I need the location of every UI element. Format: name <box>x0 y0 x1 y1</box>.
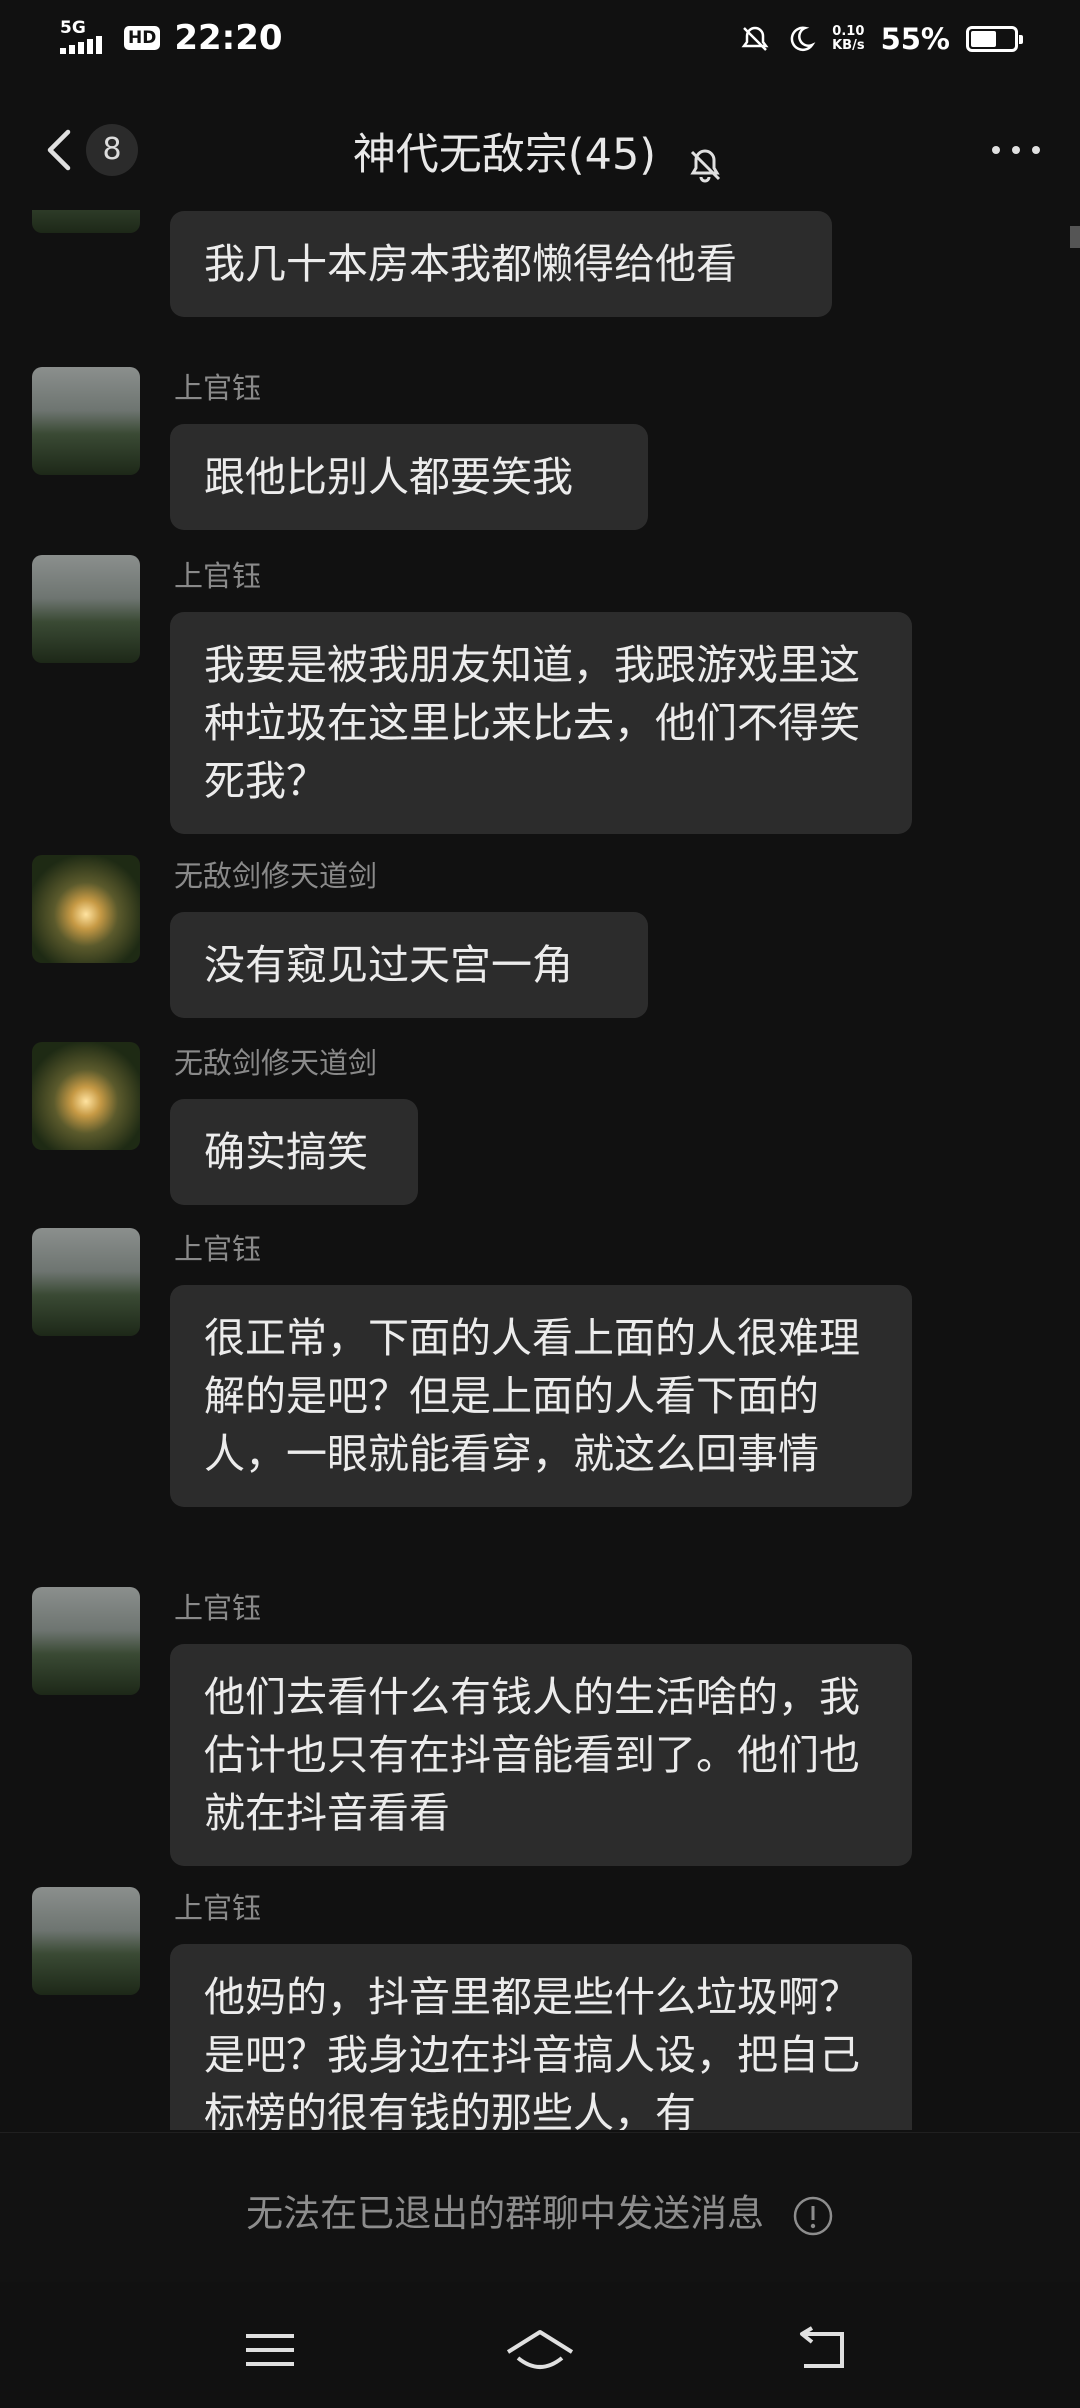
sender-name: 上官钰 <box>174 1591 262 1625</box>
blocked-notice-text: 无法在已退出的群聊中发送消息 <box>246 2192 765 2235</box>
title-bar: 神代无敌宗(45) <box>0 120 1080 187</box>
sender-name: 上官钰 <box>174 371 262 405</box>
message-text: 他妈的，抖音里都是些什么垃圾啊？是吧？我身边在抖音搞人设，把自己标榜的很有钱的那… <box>204 1973 860 2130</box>
group-title[interactable]: 神代无敌宗(45) <box>353 130 656 180</box>
clock: 22:20 <box>174 18 283 58</box>
avatar[interactable] <box>32 210 140 233</box>
message-bubble[interactable]: 跟他比别人都要笑我 <box>170 424 648 530</box>
status-bar: 5G HD 22:20 0.10 KB/s 55% <box>0 0 1080 80</box>
network-type: 5G <box>60 18 86 38</box>
avatar[interactable] <box>32 1042 140 1150</box>
message-text: 跟他比别人都要笑我 <box>204 453 573 501</box>
menu-icon[interactable] <box>230 2320 310 2380</box>
sender-name: 上官钰 <box>174 1232 262 1266</box>
moon-icon <box>790 26 816 52</box>
sender-name: 无敌剑修天道剑 <box>174 1046 378 1080</box>
message-text: 他们去看什么有钱人的生活啥的，我估计也只有在抖音能看到了。他们也就在抖音看看 <box>204 1673 860 1837</box>
hd-badge: HD <box>124 26 161 50</box>
signal-icon: 5G <box>60 18 110 58</box>
sender-name: 上官钰 <box>174 559 262 593</box>
message-text: 我几十本房本我都懒得给他看 <box>204 240 737 288</box>
message-text: 我要是被我朋友知道，我跟游戏里这种垃圾在这里比来比去，他们不得笑死我？ <box>204 641 860 805</box>
message-bubble[interactable]: 我要是被我朋友知道，我跟游戏里这种垃圾在这里比来比去，他们不得笑死我？ <box>170 612 912 834</box>
network-speed: 0.10 KB/s <box>832 25 864 53</box>
message-bubble[interactable]: 没有窥见过天宫一角 <box>170 912 648 1018</box>
message-bubble[interactable]: 我几十本房本我都懒得给他看 <box>170 211 832 317</box>
avatar[interactable] <box>32 1887 140 1995</box>
sender-name: 无敌剑修天道剑 <box>174 859 378 893</box>
message-text: 确实搞笑 <box>204 1128 368 1176</box>
battery-percent: 55% <box>880 22 950 56</box>
avatar[interactable] <box>32 555 140 663</box>
message-bubble[interactable]: 确实搞笑 <box>170 1099 418 1205</box>
battery-icon <box>966 26 1023 52</box>
avatar[interactable] <box>32 855 140 963</box>
home-icon[interactable] <box>500 2320 580 2380</box>
bell-off-icon <box>690 148 721 182</box>
alarm-off-icon <box>741 26 769 51</box>
system-nav-bar <box>0 2282 1080 2408</box>
speed-unit: KB/s <box>832 38 865 53</box>
blocked-notice: 无法在已退出的群聊中发送消息 <box>0 2183 1080 2237</box>
info-icon[interactable] <box>792 2195 834 2237</box>
input-area: 无法在已退出的群聊中发送消息 <box>0 2132 1080 2283</box>
message-bubble[interactable]: 很正常，下面的人看上面的人很难理解的是吧？但是上面的人看下面的人，一眼就能看穿，… <box>170 1285 912 1507</box>
avatar[interactable] <box>32 367 140 475</box>
back-icon[interactable] <box>784 2320 864 2380</box>
message-text: 没有窥见过天宫一角 <box>204 941 573 989</box>
chat-header: 8 神代无敌宗(45) <box>0 100 1080 200</box>
message-list[interactable]: 我几十本房本我都懒得给他看 上官钰 跟他比别人都要笑我 上官钰 我要是被我朋友知… <box>0 210 1080 2130</box>
message-bubble[interactable]: 他妈的，抖音里都是些什么垃圾啊？是吧？我身边在抖音搞人设，把自己标榜的很有钱的那… <box>170 1944 912 2130</box>
sender-name: 上官钰 <box>174 1891 262 1925</box>
avatar[interactable] <box>32 1228 140 1336</box>
scrollbar[interactable] <box>1070 226 1080 248</box>
speed-value: 0.10 <box>832 24 865 39</box>
message-text: 很正常，下面的人看上面的人很难理解的是吧？但是上面的人看下面的人，一眼就能看穿，… <box>204 1314 860 1478</box>
avatar[interactable] <box>32 1587 140 1695</box>
message-bubble[interactable]: 他们去看什么有钱人的生活啥的，我估计也只有在抖音能看到了。他们也就在抖音看看 <box>170 1644 912 1866</box>
more-dots-icon[interactable] <box>986 130 1046 170</box>
